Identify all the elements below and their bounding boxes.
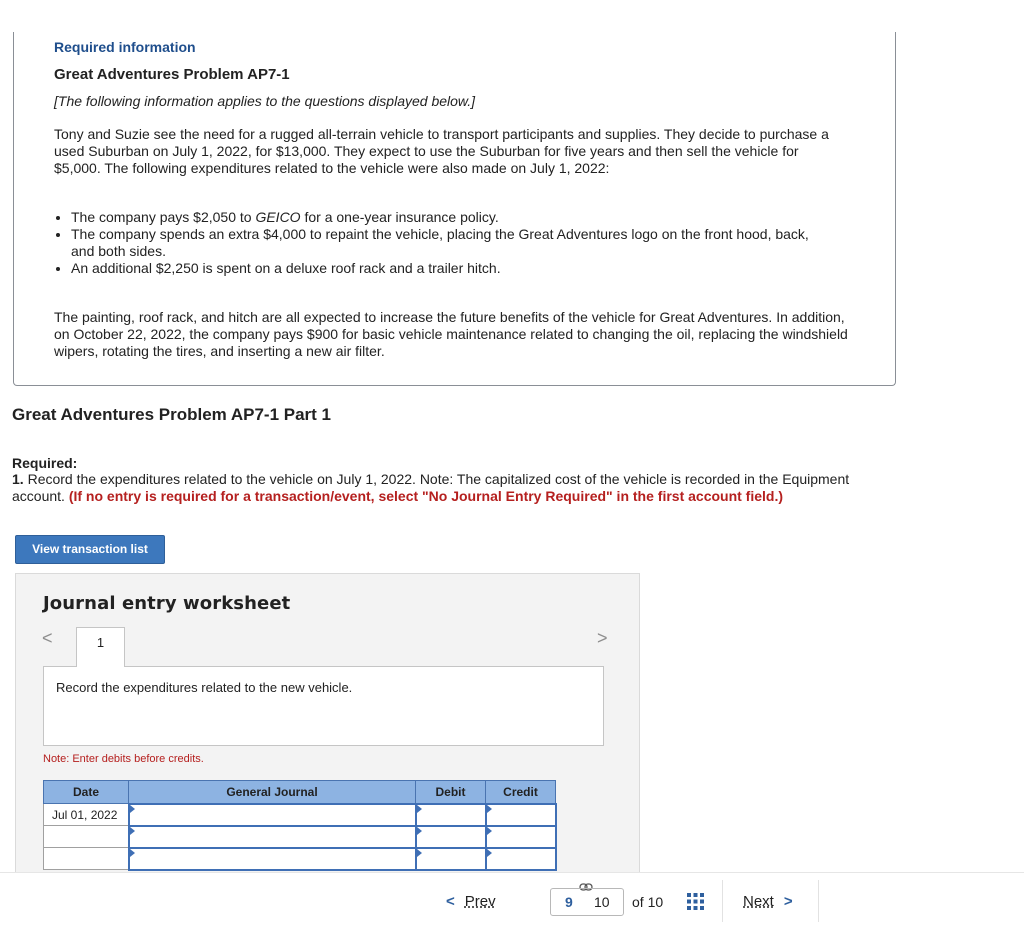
journal-entry-worksheet: Journal entry worksheet < 1 > Record the…	[15, 573, 640, 873]
next-button[interactable]: Next >	[743, 893, 793, 910]
view-transaction-list-button[interactable]: View transaction list	[15, 535, 165, 564]
navigation-footer: < Prev 9 10 of 10 Next >	[0, 872, 1024, 928]
page-selector[interactable]: 9 10	[550, 888, 624, 916]
applies-note: [The following information applies to th…	[54, 93, 476, 109]
next-label: Next	[743, 893, 774, 910]
prev-button[interactable]: < Prev	[446, 893, 544, 917]
page-number: 9	[565, 894, 573, 910]
grid-icon[interactable]	[687, 893, 704, 910]
prev-label: Prev	[464, 893, 496, 910]
required-number: 1.	[12, 471, 24, 487]
list-item: The company spends an extra $4,000 to re…	[71, 226, 829, 260]
column-header-debit: Debit	[415, 780, 486, 804]
expenditure-list: The company pays $2,050 to GEICO for a o…	[54, 209, 829, 277]
list-item: An additional $2,250 is spent on a delux…	[71, 260, 829, 277]
credit-input[interactable]	[484, 824, 557, 849]
list-item: The company pays $2,050 to GEICO for a o…	[71, 209, 829, 226]
debit-input[interactable]	[414, 802, 487, 827]
information-panel: Required information Great Adventures Pr…	[13, 32, 896, 386]
date-cell[interactable]	[43, 825, 129, 848]
bullet-italic-text: GEICO	[255, 209, 301, 225]
problem-paragraph-1: Tony and Suzie see the need for a rugged…	[54, 126, 829, 176]
current-page: 10	[594, 894, 610, 910]
account-input[interactable]	[127, 824, 417, 849]
journal-table: Date General Journal Debit Credit Jul 01…	[43, 780, 557, 871]
chevron-left-icon: <	[446, 893, 455, 910]
table-row	[43, 824, 557, 849]
debits-note: Note: Enter debits before credits.	[43, 753, 204, 765]
chevron-right-icon: >	[783, 893, 793, 910]
column-header-general-journal: General Journal	[128, 780, 416, 804]
date-cell[interactable]: Jul 01, 2022	[43, 803, 129, 826]
required-instructions: 1. Record the expenditures related to th…	[12, 471, 892, 505]
bullet-text: The company pays $2,050 to	[71, 209, 256, 225]
account-input[interactable]	[127, 846, 417, 871]
footer-divider	[722, 880, 723, 922]
part-title: Great Adventures Problem AP7-1 Part 1	[12, 405, 332, 424]
credit-input[interactable]	[484, 846, 557, 871]
table-row: Jul 01, 2022	[43, 802, 557, 827]
instruction-text: Record the expenditures related to the n…	[56, 680, 353, 695]
required-label: Required:	[12, 455, 78, 471]
debit-input[interactable]	[414, 846, 487, 871]
footer-divider	[818, 880, 819, 922]
worksheet-tab-1[interactable]: 1	[76, 627, 125, 667]
problem-title: Great Adventures Problem AP7-1	[54, 66, 290, 83]
chevron-right-icon[interactable]: >	[597, 628, 608, 649]
debit-input[interactable]	[414, 824, 487, 849]
table-header-row: Date General Journal Debit Credit	[43, 780, 556, 804]
worksheet-title: Journal entry worksheet	[43, 593, 291, 614]
table-row	[43, 846, 557, 871]
chevron-left-icon[interactable]: <	[42, 628, 53, 649]
page-total: of 10	[632, 894, 664, 910]
bullet-text: for a one-year insurance policy.	[300, 209, 499, 225]
instruction-box: Record the expenditures related to the n…	[43, 666, 604, 746]
column-header-date: Date	[43, 780, 129, 804]
problem-paragraph-2: The painting, roof rack, and hitch are a…	[54, 309, 848, 359]
column-header-credit: Credit	[485, 780, 556, 804]
credit-input[interactable]	[484, 802, 557, 827]
required-warning: (If no entry is required for a transacti…	[68, 488, 784, 504]
account-input[interactable]	[127, 802, 417, 827]
required-information-heading: Required information	[54, 39, 196, 55]
date-cell[interactable]	[43, 847, 129, 870]
